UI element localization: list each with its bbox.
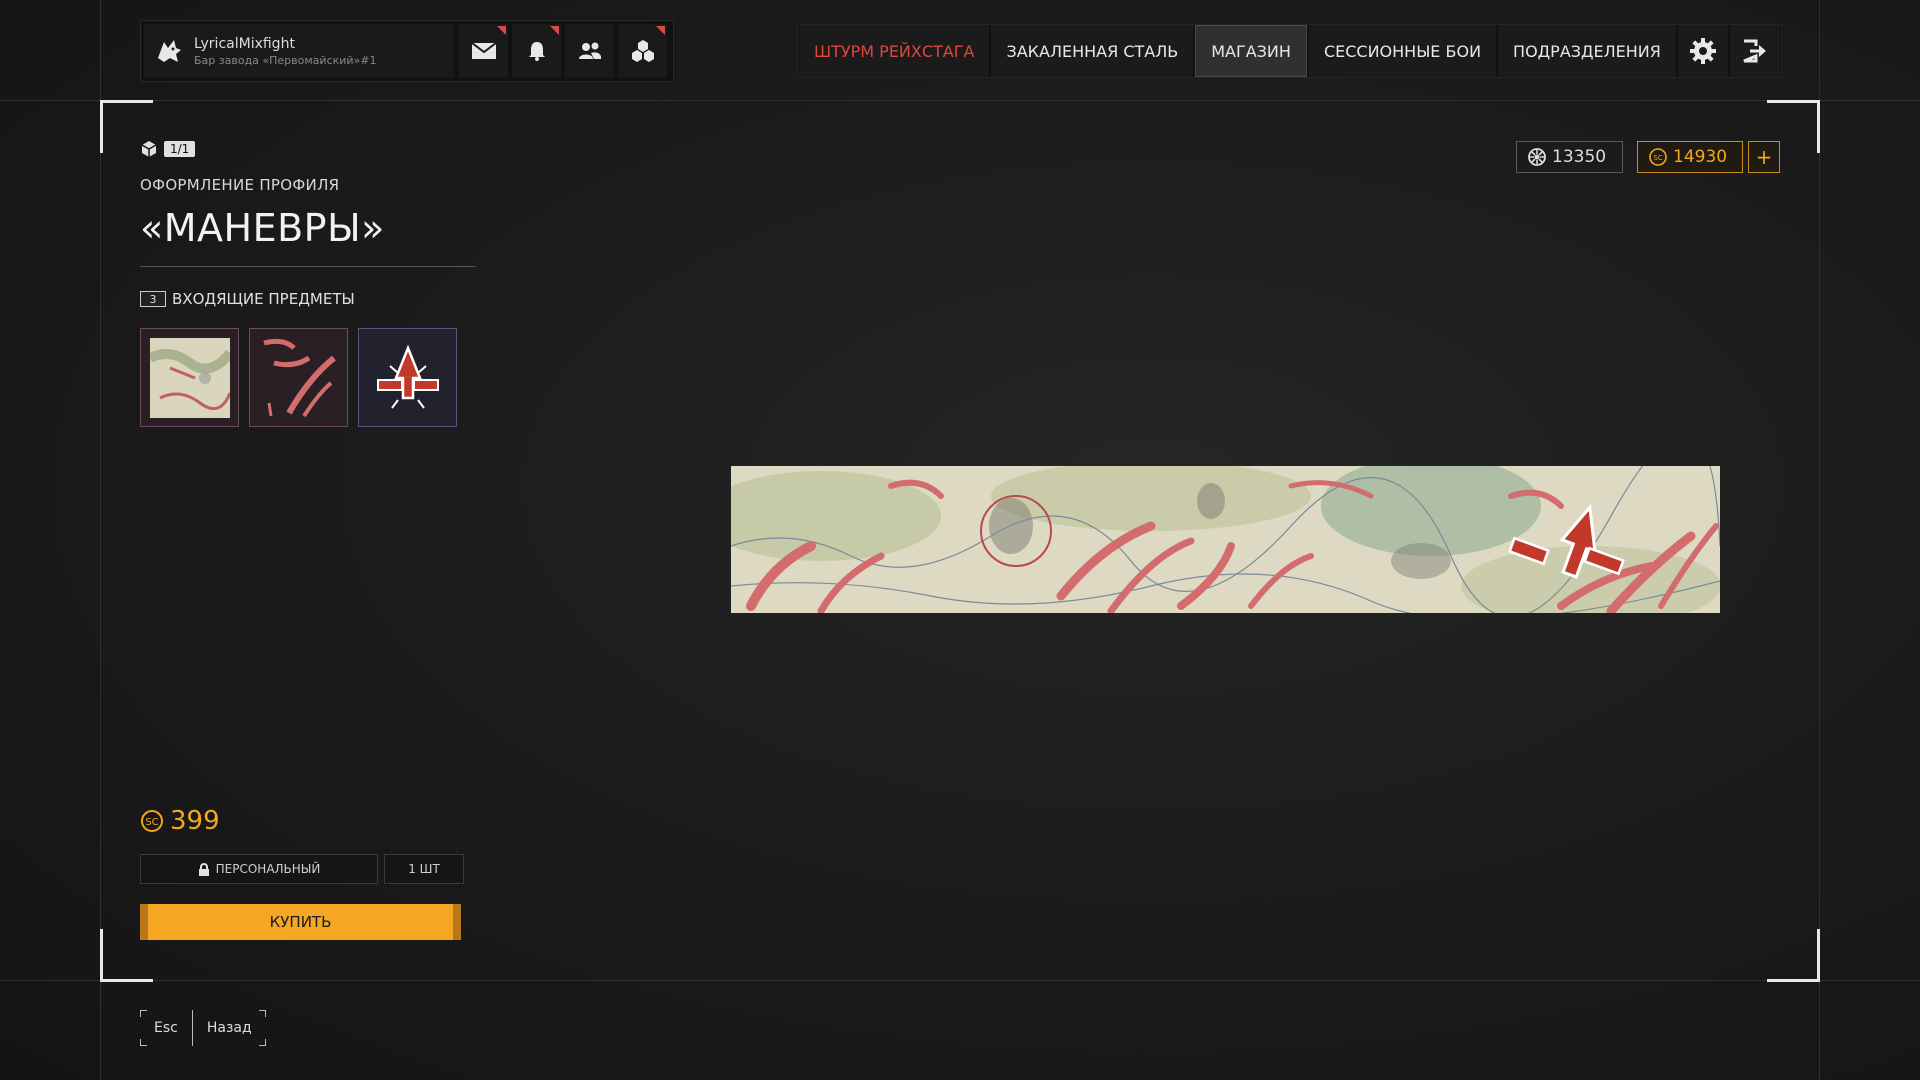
frame-line-right <box>1819 0 1820 1080</box>
included-items-header: 3 ВХОДЯЩИЕ ПРЕДМЕТЫ <box>140 290 355 308</box>
gold-coin-icon: SC <box>1649 148 1667 166</box>
profile-card[interactable]: LyricalMixfight Бар завода «Первомайский… <box>144 24 454 78</box>
nav-item-reichstag[interactable]: ШТУРМ РЕЙХСТАГА <box>799 25 990 77</box>
lock-icon <box>198 862 209 876</box>
price-value: 399 <box>170 806 220 836</box>
clan-icon <box>631 40 654 62</box>
clan-button[interactable] <box>618 24 667 78</box>
divider <box>140 266 476 267</box>
logout-icon <box>1743 39 1766 63</box>
item-category: ОФОРМЛЕНИЕ ПРОФИЛЯ <box>140 176 340 194</box>
included-items <box>140 328 457 427</box>
included-items-label: ВХОДЯЩИЕ ПРЕДМЕТЫ <box>172 290 355 308</box>
nav-item-hardened-steel[interactable]: ЗАКАЛЕННАЯ СТАЛЬ <box>991 25 1194 77</box>
item-title: «МАНЕВРЫ» <box>140 206 385 250</box>
frame-line-top <box>0 100 1920 101</box>
type-option[interactable]: ПЕРСОНАЛЬНЫЙ <box>140 854 378 884</box>
silver-coin-icon <box>1528 148 1546 166</box>
nav-item-shop[interactable]: МАГАЗИН <box>1195 25 1307 77</box>
exit-button[interactable] <box>1729 25 1780 77</box>
profile-banner-preview <box>731 466 1720 613</box>
item-count: 1/1 <box>140 140 196 158</box>
bell-icon <box>528 42 545 61</box>
type-label: ПЕРСОНАЛЬНЫЙ <box>215 862 321 876</box>
included-count-badge: 3 <box>140 291 166 307</box>
friends-icon <box>578 42 601 59</box>
box-icon <box>141 141 157 157</box>
silver-balance: 13350 <box>1516 141 1623 173</box>
mail-icon <box>470 42 497 59</box>
profile-bar: LyricalMixfight Бар завода «Первомайский… <box>140 20 674 82</box>
notification-flag <box>656 26 665 35</box>
included-item-emblem[interactable] <box>358 328 457 427</box>
nav-item-divisions[interactable]: ПОДРАЗДЕЛЕНИЯ <box>1498 25 1676 77</box>
arrows-thumbnail-icon <box>262 338 336 417</box>
quantity-option[interactable]: 1 ШТ <box>384 854 464 884</box>
price: SC 399 <box>140 806 220 836</box>
footer-back[interactable]: Esc Назад <box>140 1010 266 1046</box>
silver-value: 13350 <box>1552 147 1607 167</box>
svg-text:SC: SC <box>1653 154 1662 162</box>
frame-line-bottom <box>0 980 1920 981</box>
included-item-map[interactable] <box>140 328 239 427</box>
buy-button[interactable]: КУПИТЬ <box>140 904 461 940</box>
esc-key-label: Esc <box>140 1010 193 1046</box>
back-label: Назад <box>206 1020 252 1036</box>
count-badge: 1/1 <box>164 141 196 157</box>
notification-flag <box>497 26 506 35</box>
wolf-icon <box>158 40 181 62</box>
gold-value: 14930 <box>1673 147 1728 167</box>
notifications-button[interactable] <box>512 24 561 78</box>
main-nav: ШТУРМ РЕЙХСТАГА ЗАКАЛЕННАЯ СТАЛЬ МАГАЗИН… <box>797 24 1782 78</box>
purchase-options: ПЕРСОНАЛЬНЫЙ 1 ШТ <box>140 854 464 884</box>
map-thumbnail-icon <box>149 337 230 418</box>
friends-button[interactable] <box>565 24 614 78</box>
settings-button[interactable] <box>1677 25 1728 77</box>
add-currency-button[interactable]: + <box>1748 141 1780 173</box>
gear-icon <box>1689 38 1716 64</box>
nav-item-session-battles[interactable]: СЕССИОННЫЕ БОИ <box>1308 25 1497 77</box>
notification-flag <box>550 26 559 35</box>
profile-name: LyricalMixfight <box>194 35 295 52</box>
profile-subtitle: Бар завода «Первомайский»#1 <box>194 53 377 67</box>
emblem-thumbnail-icon <box>376 344 439 409</box>
gold-balance: SC 14930 <box>1637 141 1743 173</box>
frame-corner <box>1767 929 1820 982</box>
frame-line-left <box>100 0 101 1080</box>
mail-button[interactable] <box>459 24 508 78</box>
avatar <box>144 26 194 76</box>
svg-text:SC: SC <box>145 817 158 828</box>
gold-coin-icon: SC <box>141 810 163 832</box>
included-item-arrows[interactable] <box>249 328 348 427</box>
